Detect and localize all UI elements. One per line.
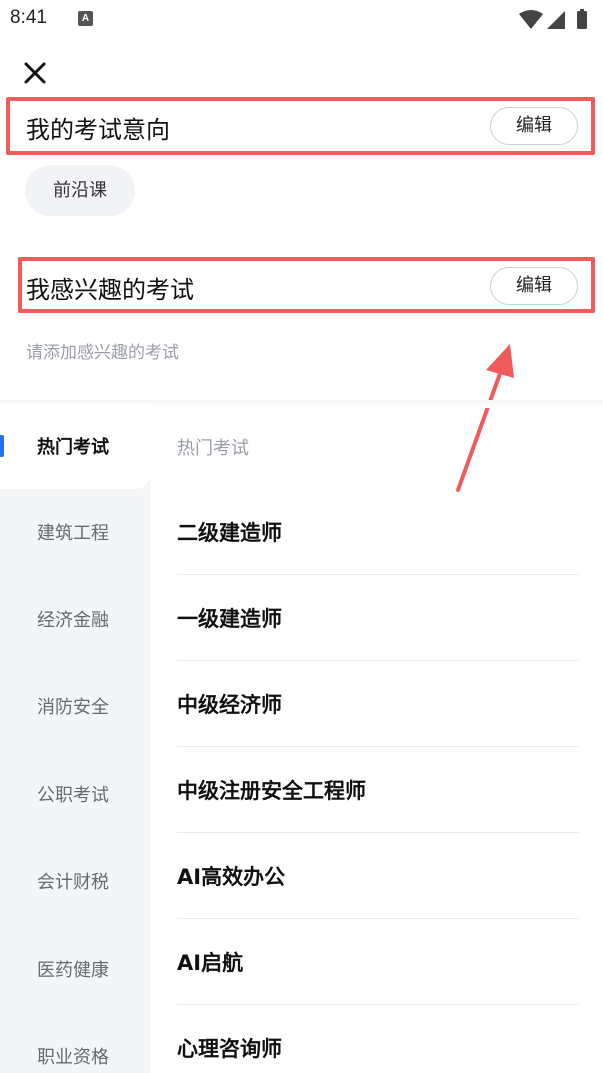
interest-hint: 请添加感兴趣的考试: [26, 343, 179, 363]
category-sidebar: 热门考试 建筑工程 经济金融 消防安全 公职考试 会计财税 医药健康 职业资格: [0, 403, 150, 1073]
sidebar-item-label: 经济金融: [37, 610, 109, 631]
category-heading: 热门考试: [177, 438, 249, 459]
status-time: 8:41: [10, 7, 47, 28]
signal-icon: [547, 11, 565, 29]
sidebar-item-label: 职业资格: [37, 1047, 109, 1068]
list-item[interactable]: 中级注册安全工程师: [177, 747, 579, 833]
active-indicator: [0, 435, 4, 457]
exam-label: AI高效办公: [177, 864, 286, 889]
sidebar-item-hot[interactable]: 热门考试: [0, 403, 150, 489]
sidebar-item-professional[interactable]: 职业资格: [0, 1013, 150, 1073]
list-item[interactable]: 二级建造师: [177, 489, 579, 575]
intent-section-title: 我的考试意向: [26, 116, 170, 144]
sidebar-item-construction[interactable]: 建筑工程: [0, 489, 150, 575]
battery-icon: [577, 9, 587, 29]
exam-label: 心理咨询师: [177, 1037, 282, 1061]
intent-edit-button[interactable]: 编辑: [490, 107, 578, 145]
sidebar-item-finance[interactable]: 经济金融: [0, 576, 150, 662]
wifi-icon: [519, 10, 543, 29]
list-item[interactable]: 心理咨询师: [177, 1005, 579, 1073]
interest-edit-button[interactable]: 编辑: [490, 267, 578, 305]
status-icons: [519, 9, 587, 29]
notification-icon: A: [78, 11, 93, 26]
exam-label: 一级建造师: [177, 606, 282, 631]
sidebar-item-label: 热门考试: [37, 437, 109, 458]
list-item[interactable]: AI高效办公: [177, 833, 579, 919]
list-item[interactable]: 中级经济师: [177, 661, 579, 747]
sidebar-item-label: 建筑工程: [37, 523, 109, 544]
status-bar: 8:41 A: [0, 0, 603, 40]
annotation-arrow-icon: [456, 344, 514, 492]
exam-label: AI启航: [177, 950, 244, 975]
sidebar-item-label: 医药健康: [37, 960, 109, 981]
sidebar-item-civil-service[interactable]: 公职考试: [0, 751, 150, 837]
list-item[interactable]: AI启航: [177, 919, 579, 1005]
interest-section-title: 我感兴趣的考试: [26, 276, 194, 304]
exam-label: 二级建造师: [177, 520, 282, 545]
close-button[interactable]: [20, 58, 50, 88]
close-icon: [24, 62, 46, 84]
list-item[interactable]: 一级建造师: [177, 575, 579, 661]
intent-tag[interactable]: 前沿课: [25, 165, 135, 216]
exam-label: 中级经济师: [177, 692, 282, 717]
exam-list: 二级建造师 一级建造师 中级经济师 中级注册安全工程师 AI高效办公 AI启航 …: [177, 489, 579, 1073]
sidebar-item-accounting[interactable]: 会计财税: [0, 838, 150, 924]
sidebar-item-label: 会计财税: [37, 872, 109, 893]
sidebar-item-label: 公职考试: [37, 785, 109, 806]
sidebar-item-fire-safety[interactable]: 消防安全: [0, 663, 150, 749]
exam-label: 中级注册安全工程师: [177, 778, 366, 803]
sidebar-item-label: 消防安全: [37, 697, 109, 718]
sidebar-item-medical[interactable]: 医药健康: [0, 926, 150, 1012]
